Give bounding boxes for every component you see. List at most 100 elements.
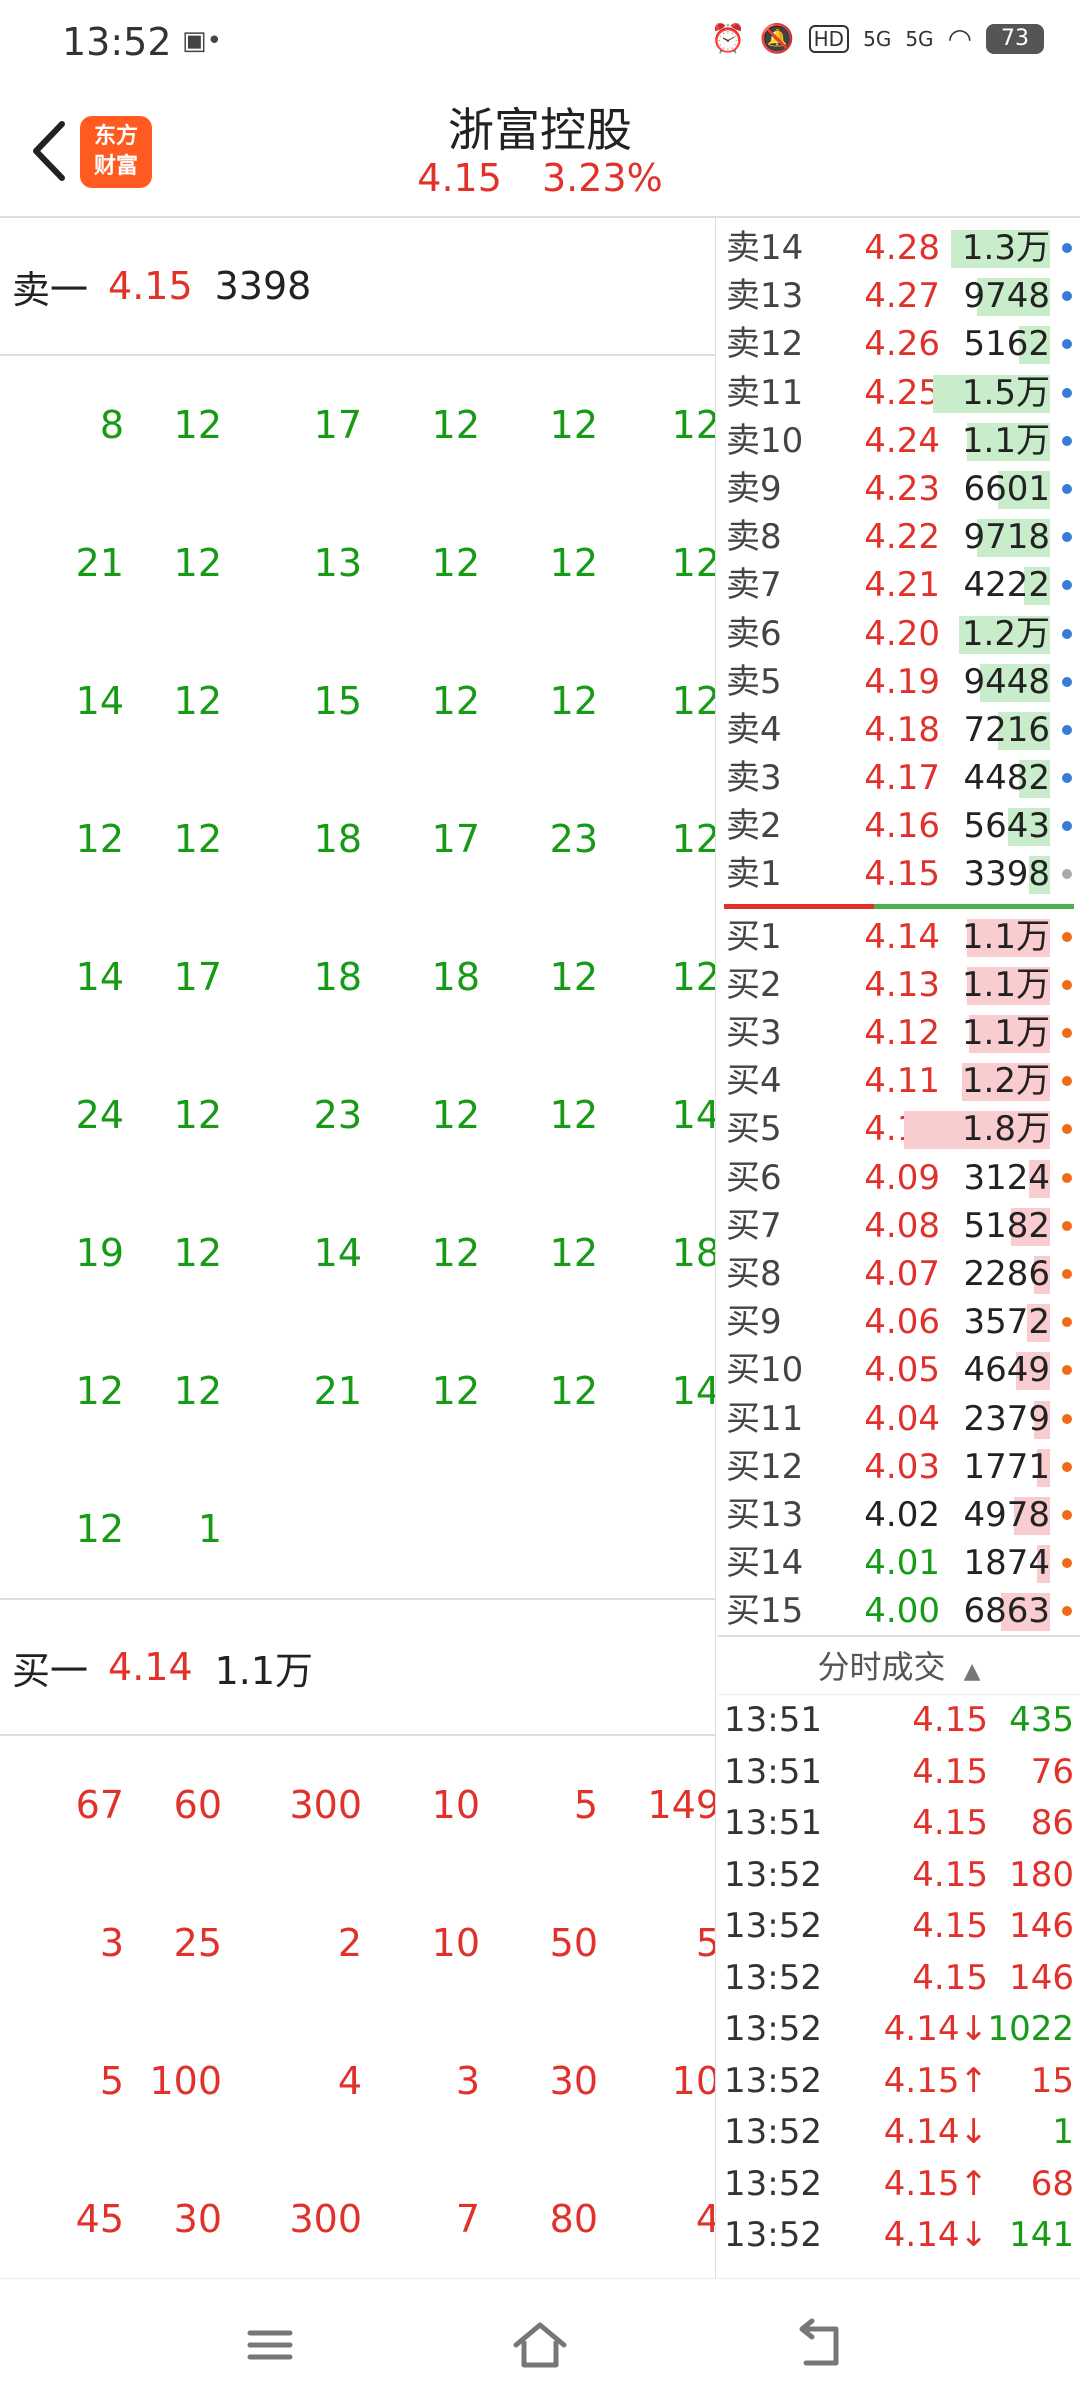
sell-level-row[interactable]: 卖13 4.27 9748	[718, 272, 1080, 320]
buy-level-row[interactable]: 买2 4.13 1.1万	[718, 961, 1080, 1009]
sell-level-row[interactable]: 卖5 4.19 9448	[718, 658, 1080, 706]
level-dot-icon	[1062, 387, 1072, 398]
level-label: 买2	[726, 964, 782, 1005]
level-volume: 4978	[963, 1494, 1050, 1535]
sell-level-row[interactable]: 卖9 4.23 6601	[718, 465, 1080, 513]
tick-price: 4.14↓	[883, 2112, 988, 2153]
sell-level-row[interactable]: 卖14 4.28 1.3万	[718, 224, 1080, 272]
level-dot-icon	[1062, 1365, 1072, 1376]
queue-row: 14 12 15 12 12 12	[0, 632, 715, 770]
buy-level-row[interactable]: 买10 4.05 4649	[718, 1346, 1080, 1394]
home-icon[interactable]	[510, 2317, 570, 2373]
tick-time: 13:52	[724, 1906, 822, 1947]
level-volume: 1.1万	[961, 420, 1050, 461]
level-price: 4.28	[864, 228, 940, 268]
sell-level-row[interactable]: 卖4 4.18 7216	[718, 706, 1080, 754]
tick-volume: 146	[1009, 1906, 1074, 1947]
buy-level-row[interactable]: 买15 4.00 6863	[718, 1587, 1080, 1635]
sell-level-row[interactable]: 卖11 4.25 1.5万	[718, 369, 1080, 417]
level-dot-icon	[1062, 1268, 1072, 1279]
level-dot-icon	[1062, 1317, 1072, 1328]
tick-volume: 1	[1052, 2112, 1074, 2153]
back-icon[interactable]	[790, 2317, 850, 2373]
queue-order-volume: 3	[99, 1921, 124, 1965]
sell-level-row[interactable]: 卖3 4.17 4482	[718, 754, 1080, 802]
menu-icon[interactable]	[240, 2317, 300, 2373]
queue-order-volume: 12	[173, 541, 222, 585]
mute-icon: 🔕	[759, 22, 795, 55]
hd-icon: HD	[808, 24, 850, 53]
sell-level-row[interactable]: 卖2 4.16 5643	[718, 802, 1080, 850]
queue-row: 14 17 18 18 12 12	[0, 908, 715, 1046]
sell-level-row[interactable]: 卖8 4.22 9718	[718, 513, 1080, 561]
queue-order-volume: 1	[197, 1507, 222, 1551]
buy-level-row[interactable]: 买9 4.06 3572	[718, 1298, 1080, 1346]
stock-quote: 4.15 3.23%	[0, 156, 1080, 200]
level2-queue-panel[interactable]: 卖一 4.15 3398 8 12 17 12 12 12 21 12 13 12 12 12 14 12…	[0, 218, 716, 2278]
tick-trades-header[interactable]: 分时成交 ▲	[718, 1635, 1080, 1696]
level-label: 卖14	[726, 228, 804, 268]
buy-level-row[interactable]: 买5 4.10 1.8万	[718, 1105, 1080, 1153]
queue-order-volume: 12	[431, 1093, 480, 1137]
level-volume: 3398	[963, 854, 1050, 895]
level-label: 卖3	[726, 758, 782, 799]
queue-order-volume: 12	[549, 1369, 598, 1413]
tick-time: 13:51	[724, 1700, 822, 1741]
tick-volume: 1022	[987, 2009, 1074, 2050]
sell-level-row[interactable]: 卖1 4.15 3398	[718, 850, 1080, 898]
level-label: 卖7	[726, 565, 782, 606]
level-label: 卖12	[726, 324, 804, 365]
level-dot-icon	[1062, 532, 1072, 543]
buy-level-row[interactable]: 买13 4.02 4978	[718, 1491, 1080, 1539]
queue-row: 67 60 300 10 5 149	[0, 1736, 715, 1874]
level-dot-icon	[1062, 580, 1072, 591]
level-dot-icon	[1062, 869, 1072, 880]
tick-volume: 141	[1009, 2215, 1074, 2256]
queue-order-volume: 24	[75, 1093, 124, 1137]
sell-level-row[interactable]: 卖12 4.26 5162	[718, 320, 1080, 368]
queue-order-volume: 15	[313, 679, 362, 723]
sell-level-row[interactable]: 卖7 4.21 4222	[718, 561, 1080, 609]
buy-level-row[interactable]: 买6 4.09 3124	[718, 1154, 1080, 1202]
tick-time: 13:51	[724, 1751, 822, 1792]
queue-order-volume: 12	[173, 1093, 222, 1137]
queue-order-volume: 80	[549, 2197, 598, 2241]
buy-level-row[interactable]: 买4 4.11 1.2万	[718, 1057, 1080, 1105]
queue-order-volume: 17	[173, 955, 222, 999]
level-label: 买7	[726, 1205, 782, 1246]
level-label: 买12	[726, 1446, 804, 1487]
buy-level-row[interactable]: 买3 4.12 1.1万	[718, 1009, 1080, 1057]
queue-order-volume: 12	[173, 817, 222, 861]
level-price: 4.16	[864, 806, 940, 847]
buy-level-row[interactable]: 买11 4.04 2379	[718, 1395, 1080, 1443]
level-volume: 6601	[963, 468, 1050, 509]
queue-order-volume: 14	[671, 1093, 716, 1137]
level-label: 买15	[726, 1591, 804, 1632]
buy-level-row[interactable]: 买14 4.01 1874	[718, 1539, 1080, 1587]
level-volume: 1.8万	[961, 1109, 1050, 1150]
tick-row: 13:51 4.15 76	[718, 1747, 1080, 1799]
level-volume: 9448	[963, 661, 1050, 702]
tick-row: 13:52 4.14↓ 1022	[718, 2004, 1080, 2056]
wifi-icon: ◠	[947, 22, 972, 55]
sell-levels: 卖14 4.28 1.3万 卖13 4.27 9748 卖12 4.26 5162 卖11 4.25…	[718, 224, 1080, 899]
queue-row: 5 100 4 3 30 10	[0, 2012, 715, 2150]
buy-level-row[interactable]: 买12 4.03 1771	[718, 1443, 1080, 1491]
queue-order-volume: 21	[313, 1369, 362, 1413]
queue-order-volume: 12	[173, 1369, 222, 1413]
level-dot-icon	[1062, 979, 1072, 990]
queue-order-volume: 12	[549, 679, 598, 723]
tick-volume: 86	[1030, 1803, 1074, 1844]
sell-level-row[interactable]: 卖10 4.24 1.1万	[718, 417, 1080, 465]
queue-row: 45 30 300 7 80 4	[0, 2150, 715, 2278]
sell-level-row[interactable]: 卖6 4.20 1.2万	[718, 610, 1080, 658]
queue-order-volume: 5	[99, 2059, 124, 2103]
tick-row: 13:52 4.15↑ 15	[718, 2056, 1080, 2108]
buy-level-row[interactable]: 买7 4.08 5182	[718, 1202, 1080, 1250]
buy-level-row[interactable]: 买8 4.07 2286	[718, 1250, 1080, 1298]
tick-volume: 180	[1009, 1854, 1074, 1895]
orderbook-panel[interactable]: 卖14 4.28 1.3万 卖13 4.27 9748 卖12 4.26 5162 卖11 4.25…	[718, 218, 1080, 2278]
queue-order-volume: 14	[75, 955, 124, 999]
buy-level-row[interactable]: 买1 4.14 1.1万	[718, 913, 1080, 961]
level-label: 买5	[726, 1109, 782, 1150]
